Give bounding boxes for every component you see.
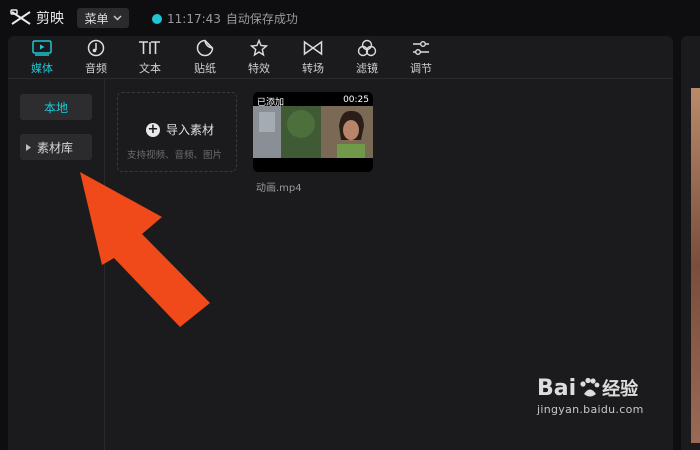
chevron-down-icon xyxy=(113,15,121,21)
clip-preview-image xyxy=(253,106,373,158)
tool-tabs: 媒体 音频 文本 贴纸 特效 转场 滤镜 调节 xyxy=(8,36,673,79)
app-name: 剪映 xyxy=(36,11,64,27)
save-text: 自动保存成功 xyxy=(225,12,298,26)
tab-effects[interactable]: 特效 xyxy=(239,38,279,76)
media-icon xyxy=(32,39,52,56)
watermark-url: jingyan.baidu.com xyxy=(537,403,644,416)
adjust-icon xyxy=(413,40,429,55)
import-hint: 支持视频、音频、图片 xyxy=(127,150,223,161)
baidu-watermark: Bai 经验 jingyan.baidu.com xyxy=(537,375,644,417)
import-label: 导入素材 xyxy=(166,123,215,137)
tab-label: 音频 xyxy=(85,62,107,75)
tab-text[interactable]: 文本 xyxy=(130,38,170,76)
clip-filename: 动画.mp4 xyxy=(256,183,302,194)
import-media-button[interactable]: + 导入素材 支持视频、音频、图片 xyxy=(117,92,237,172)
capcut-logo-icon xyxy=(10,9,31,25)
preview-image xyxy=(691,88,700,443)
menu-button[interactable]: 菜单 xyxy=(77,8,129,28)
menu-label: 菜单 xyxy=(84,11,109,26)
tab-audio[interactable]: 音频 xyxy=(76,38,116,76)
watermark-main: Bai xyxy=(537,375,577,401)
clip-duration: 00:25 xyxy=(343,95,369,105)
tab-adjust[interactable]: 调节 xyxy=(401,38,441,76)
filter-icon xyxy=(357,39,377,56)
import-label-row: + 导入素材 xyxy=(146,121,214,138)
tab-filter[interactable]: 滤镜 xyxy=(347,38,387,76)
sidebar-item-label: 素材库 xyxy=(37,140,74,155)
audio-icon xyxy=(87,39,105,56)
tab-sticker[interactable]: 贴纸 xyxy=(185,38,225,76)
plus-icon: + xyxy=(146,121,160,137)
tab-transition[interactable]: 转场 xyxy=(293,38,333,76)
sidebar-item-label: 本地 xyxy=(43,100,68,115)
media-clip-thumbnail[interactable]: 已添加 00:25 xyxy=(253,92,373,172)
effects-icon xyxy=(250,38,268,57)
text-icon xyxy=(139,40,160,54)
tab-label: 贴纸 xyxy=(194,62,216,75)
app-logo: 剪映 xyxy=(10,8,64,28)
media-sidebar: 本地 素材库 xyxy=(8,79,105,450)
tab-label: 滤镜 xyxy=(356,62,378,75)
tab-label: 文本 xyxy=(139,62,161,75)
save-status: 11:17:43 自动保存成功 xyxy=(152,10,298,27)
check-icon xyxy=(152,13,162,24)
transition-icon xyxy=(303,40,323,55)
watermark-brand: 经验 xyxy=(602,379,639,400)
preview-panel xyxy=(681,36,700,450)
tab-media[interactable]: 媒体 xyxy=(22,38,62,76)
paw-icon xyxy=(580,377,600,397)
sidebar-item-library[interactable]: 素材库 xyxy=(20,134,92,160)
caret-right-icon xyxy=(26,143,31,151)
tab-label: 特效 xyxy=(248,62,270,75)
sticker-icon xyxy=(196,39,214,56)
save-time: 11:17:43 xyxy=(167,11,221,26)
tab-label: 调节 xyxy=(410,62,432,75)
title-bar: 剪映 菜单 11:17:43 自动保存成功 xyxy=(0,0,700,36)
tab-label: 媒体 xyxy=(31,62,53,75)
tab-label: 转场 xyxy=(302,62,324,75)
sidebar-item-local[interactable]: 本地 xyxy=(20,94,92,120)
clip-added-badge: 已添加 xyxy=(257,98,285,108)
watermark-logo: Bai 经验 xyxy=(537,375,644,401)
